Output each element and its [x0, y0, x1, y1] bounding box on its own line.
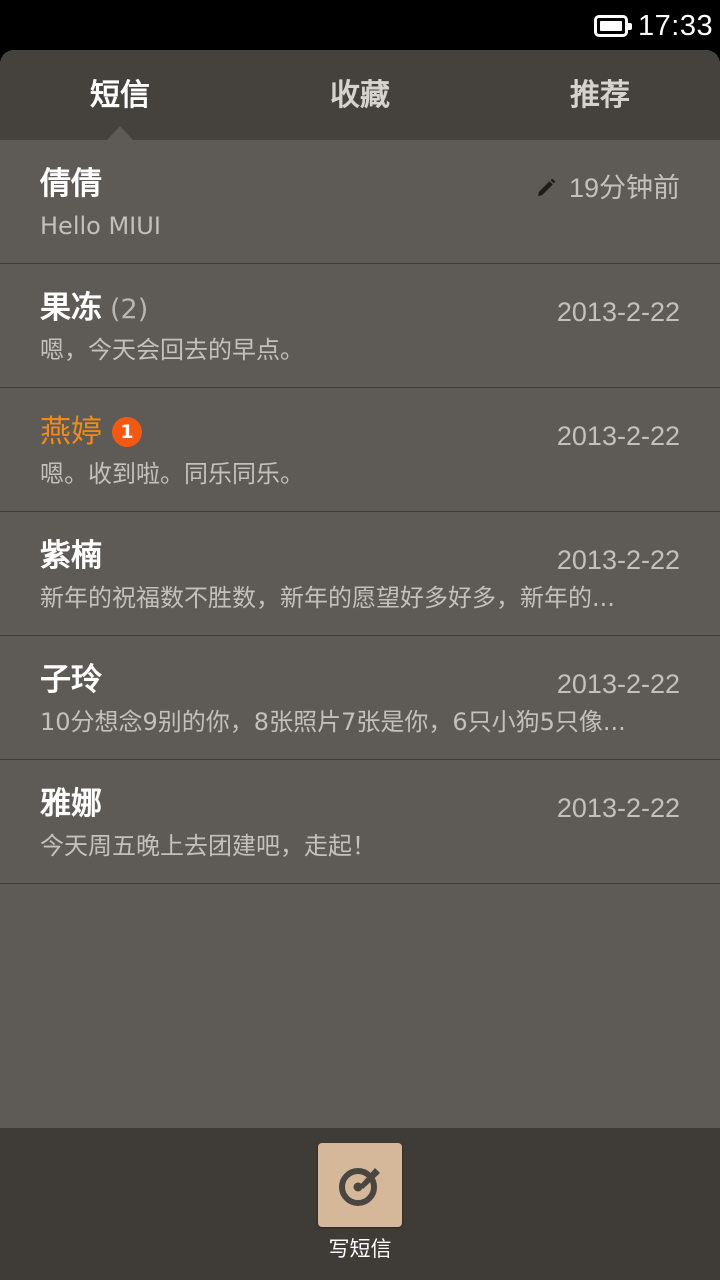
message-time-text: 19分钟前: [568, 173, 680, 203]
message-preview: 新年的祝福数不胜数，新年的愿望好多好多，新年的...: [40, 584, 615, 612]
message-date: 2013-2-22: [556, 421, 680, 451]
conversation-list: 倩倩 19分钟前 Hello MIUI 果冻 (2) 2013-2-22 嗯，今天…: [0, 140, 720, 884]
compose-button[interactable]: [318, 1143, 402, 1227]
conversation-row[interactable]: 子玲 2013-2-22 10分想念9别的你，8张照片7张是你，6只小狗5只像.…: [0, 636, 720, 760]
message-time: 19分钟前: [535, 170, 680, 208]
message-preview: 今天周五晚上去团建吧，走起！: [40, 832, 376, 860]
conversation-row[interactable]: 紫楠 2013-2-22 新年的祝福数不胜数，新年的愿望好多好多，新年的...: [0, 512, 720, 636]
tab-bar: 短信 收藏 推荐: [0, 50, 720, 140]
conversation-row[interactable]: 雅娜 2013-2-22 今天周五晚上去团建吧，走起！: [0, 760, 720, 884]
message-date: 2013-2-22: [556, 545, 680, 575]
compose-icon: [339, 1168, 380, 1206]
contact-name-text: 果冻: [40, 290, 102, 326]
tab-favorites[interactable]: 收藏: [240, 50, 480, 140]
message-date: 2013-2-22: [556, 793, 680, 823]
compose-label: 写短信: [328, 1237, 392, 1261]
conversation-row[interactable]: 倩倩 19分钟前 Hello MIUI: [0, 140, 720, 264]
message-preview: Hello MIUI: [40, 212, 161, 240]
messaging-app: 短信 收藏 推荐 倩倩 19分钟前 Hello MIUI 果冻 (2) 2013-…: [0, 50, 720, 1280]
tab-recommended[interactable]: 推荐: [480, 50, 720, 140]
battery-icon: [594, 15, 632, 37]
conversation-row[interactable]: 燕婷 1 2013-2-22 嗯。收到啦。同乐同乐。: [0, 388, 720, 512]
message-preview: 嗯，今天会回去的早点。: [40, 336, 304, 364]
contact-name-text: 燕婷: [40, 414, 102, 450]
message-preview: 10分想念9别的你，8张照片7张是你，6只小狗5只像...: [40, 708, 626, 736]
message-date: 2013-2-22: [556, 297, 680, 327]
status-time: 17:33: [638, 10, 714, 42]
active-tab-indicator: [107, 126, 133, 140]
contact-name: 子玲: [40, 662, 102, 698]
message-preview: 嗯。收到啦。同乐同乐。: [40, 460, 304, 488]
contact-name: 倩倩: [40, 166, 102, 202]
bottom-action-bar: 写短信: [0, 1128, 720, 1280]
pencil-icon: [535, 172, 557, 208]
message-date: 2013-2-22: [556, 669, 680, 699]
conversation-row[interactable]: 果冻 (2) 2013-2-22 嗯，今天会回去的早点。: [0, 264, 720, 388]
contact-name: 紫楠: [40, 538, 102, 574]
message-count: (2): [110, 294, 149, 325]
contact-name: 燕婷 1: [40, 412, 142, 452]
contact-name: 果冻 (2): [40, 288, 148, 330]
contact-name: 雅娜: [40, 786, 102, 822]
unread-badge: 1: [112, 417, 142, 447]
status-bar: 17:33: [0, 0, 720, 50]
